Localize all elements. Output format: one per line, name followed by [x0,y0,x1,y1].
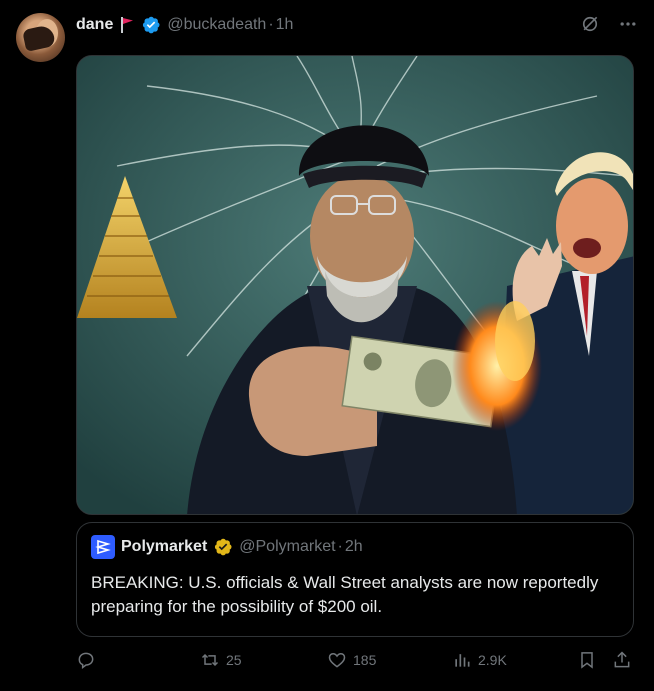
views-button[interactable]: 2.9K [452,650,507,670]
author-avatar[interactable] [16,13,65,62]
tweet-timestamp[interactable]: 1h [276,16,294,34]
bookmark-icon [581,652,593,669]
quoted-separator-dot: · [337,538,343,555]
retweet-icon [201,653,219,667]
grok-icon[interactable] [578,12,602,36]
gold-verified-badge-icon [215,538,232,556]
quoted-handle[interactable]: @Polymarket [239,538,335,556]
quoted-tweet-text: BREAKING: U.S. officials & Wall Street a… [91,573,599,616]
bookmark-button[interactable] [577,650,597,670]
reply-icon [78,652,94,669]
retweet-button[interactable]: 25 [200,650,242,670]
heart-icon [328,652,346,668]
bar-chart-icon [455,654,470,667]
more-options-icon[interactable] [616,12,640,36]
tweet-media-image[interactable] [76,55,634,515]
tweet-header: dane @buckadeath · 1h [76,13,293,37]
view-count: 2.9K [478,652,507,668]
reply-button[interactable] [76,650,96,670]
author-display-name[interactable]: dane [76,16,113,34]
red-flag-icon [119,16,135,34]
polymarket-logo-icon[interactable] [91,535,115,559]
like-button[interactable]: 185 [327,650,376,670]
share-button[interactable] [612,650,632,670]
retweet-count: 25 [226,652,242,668]
separator-dot: · [268,16,274,33]
share-icon [614,651,630,668]
quoted-tweet[interactable]: Polymarket @Polymarket · 2h BREAKING: U.… [76,522,634,637]
tweet-action-bar: 25 185 2.9K [76,650,642,678]
like-count: 185 [353,652,377,668]
verified-badge-icon [143,16,160,34]
quoted-display-name[interactable]: Polymarket [121,538,207,556]
quoted-timestamp[interactable]: 2h [345,538,363,556]
author-handle[interactable]: @buckadeath [167,16,266,34]
